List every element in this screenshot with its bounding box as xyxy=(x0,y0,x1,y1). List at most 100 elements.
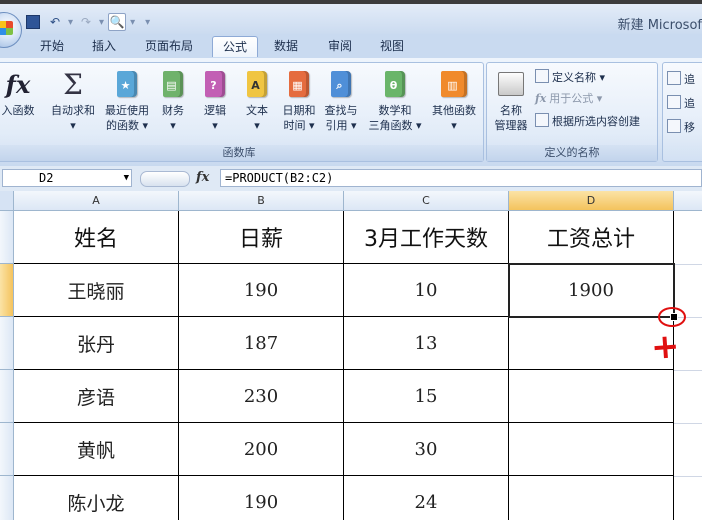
book-finance-icon: ▤ xyxy=(163,71,183,97)
recent-functions-label: 最近使用 xyxy=(105,104,149,117)
logical-dropdown-icon: ▾ xyxy=(212,119,218,132)
formula-bar-resize-handle[interactable] xyxy=(140,171,190,187)
tab-formulas[interactable]: 公式 xyxy=(212,36,258,57)
name-manager-button[interactable]: 名称 管理器 xyxy=(489,69,533,133)
book-text-icon: A xyxy=(247,71,267,97)
name-manager-label-2: 管理器 xyxy=(494,119,528,132)
table-cell[interactable]: 190 xyxy=(179,476,344,520)
lookup-reference-label-2: 引用 ▾ xyxy=(325,119,357,132)
column-header-c[interactable]: C xyxy=(344,191,509,211)
insert-function-button[interactable]: fx 入函数 xyxy=(0,69,39,118)
use-in-formula-button[interactable]: fx 用于公式 ▾ xyxy=(535,91,602,107)
trace-precedents-button[interactable]: 追 xyxy=(667,71,695,87)
table-header-daily-wage[interactable]: 日薪 xyxy=(179,211,344,264)
table-header-name[interactable]: 姓名 xyxy=(14,211,179,264)
save-icon[interactable] xyxy=(24,13,42,31)
table-cell[interactable]: 10 xyxy=(344,264,509,317)
ribbon: fx 入函数 Σ 自动求和 ▾ ★ 最近使用 的函数 ▾ ▤ 财务 ▾ ? 逻辑… xyxy=(0,58,702,167)
row-header-5[interactable] xyxy=(0,423,14,476)
insert-function-fx-icon[interactable]: fx xyxy=(196,170,209,185)
tab-view[interactable]: 视图 xyxy=(374,36,410,56)
remove-arrows-icon xyxy=(667,119,681,133)
trace-precedents-label: 追 xyxy=(684,73,695,86)
math-trig-button[interactable]: θ 数学和 三角函数 ▾ xyxy=(363,69,427,133)
table-cell[interactable]: 王晓丽 xyxy=(14,264,179,317)
book-more-icon: ▥ xyxy=(441,71,467,97)
table-cell[interactable]: 230 xyxy=(179,370,344,423)
row-header-3[interactable] xyxy=(0,317,14,370)
tab-review[interactable]: 审阅 xyxy=(322,36,358,56)
lookup-reference-button[interactable]: ⌕ 查找与 引用 ▾ xyxy=(321,69,361,133)
remove-arrows-label: 移 xyxy=(684,121,695,134)
table-cell[interactable]: 张丹 xyxy=(14,317,179,370)
select-all-corner[interactable] xyxy=(0,191,14,211)
tab-insert[interactable]: 插入 xyxy=(86,36,122,56)
table-header-work-days[interactable]: 3月工作天数 xyxy=(344,211,509,264)
print-preview-icon[interactable]: 🔍 xyxy=(108,13,127,31)
table-cell[interactable]: 190 xyxy=(179,264,344,317)
qat-dropdown-icon[interactable]: ▾ xyxy=(130,17,135,28)
column-header-d[interactable]: D xyxy=(509,191,674,211)
autosum-button[interactable]: Σ 自动求和 ▾ xyxy=(47,69,99,133)
customize-qat-icon[interactable]: ▾ xyxy=(145,17,150,28)
table-cell[interactable] xyxy=(509,370,674,423)
column-header-e[interactable] xyxy=(674,191,702,211)
table-cell[interactable]: 24 xyxy=(344,476,509,520)
ribbon-tabs: 开始 插入 页面布局 公式 数据 审阅 视图 xyxy=(0,34,702,58)
create-from-selection-label: 根据所选内容创建 xyxy=(552,115,640,128)
autosum-label: 自动求和 xyxy=(51,104,95,117)
undo-icon[interactable]: ↶ xyxy=(46,13,64,31)
tab-data[interactable]: 数据 xyxy=(268,36,304,56)
define-name-button[interactable]: 定义名称 ▾ xyxy=(535,69,605,85)
text-functions-dropdown-icon: ▾ xyxy=(254,119,260,132)
create-from-selection-button[interactable]: 根据所选内容创建 xyxy=(535,113,640,129)
table-cell[interactable] xyxy=(509,476,674,520)
text-functions-button[interactable]: A 文本 ▾ xyxy=(239,69,275,133)
table-cell[interactable]: 187 xyxy=(179,317,344,370)
tab-home[interactable]: 开始 xyxy=(34,36,70,56)
autosum-dropdown-icon: ▾ xyxy=(70,119,76,132)
book-logic-icon: ? xyxy=(205,71,225,97)
trace-dependents-label: 追 xyxy=(684,97,695,110)
table-cell[interactable]: 200 xyxy=(179,423,344,476)
recent-functions-button[interactable]: ★ 最近使用 的函数 ▾ xyxy=(101,69,153,133)
table-cell[interactable]: 陈小龙 xyxy=(14,476,179,520)
table-cell[interactable]: 1900 xyxy=(509,264,674,317)
recent-functions-label-2: 的函数 ▾ xyxy=(105,119,149,132)
trace-precedents-icon xyxy=(667,71,681,85)
table-header-total-wage[interactable]: 工资总计 xyxy=(509,211,674,264)
name-box-dropdown-icon[interactable]: ▼ xyxy=(124,170,129,186)
table-cell[interactable]: 黄帆 xyxy=(14,423,179,476)
function-library-group: fx 入函数 Σ 自动求和 ▾ ★ 最近使用 的函数 ▾ ▤ 财务 ▾ ? 逻辑… xyxy=(0,62,484,162)
book-math-icon: θ xyxy=(385,71,405,97)
name-box[interactable]: D2 ▼ xyxy=(2,169,132,187)
date-time-label-2: 时间 ▾ xyxy=(283,119,315,132)
logical-button[interactable]: ? 逻辑 ▾ xyxy=(197,69,233,133)
table-cell[interactable]: 彦语 xyxy=(14,370,179,423)
column-header-a[interactable]: A xyxy=(14,191,179,211)
financial-label: 财务 xyxy=(162,104,184,117)
table-cell[interactable] xyxy=(509,423,674,476)
row-header-4[interactable] xyxy=(0,370,14,423)
table-cell[interactable]: 15 xyxy=(344,370,509,423)
financial-button[interactable]: ▤ 财务 ▾ xyxy=(155,69,191,133)
row-header-2[interactable] xyxy=(0,264,14,317)
redo-dropdown-icon[interactable]: ▾ xyxy=(99,17,104,28)
book-star-icon: ★ xyxy=(117,71,137,97)
table-cell[interactable]: 30 xyxy=(344,423,509,476)
table-cell[interactable]: 13 xyxy=(344,317,509,370)
more-functions-button[interactable]: ▥ 其他函数 ▾ xyxy=(427,69,481,133)
lookup-reference-label: 查找与 xyxy=(324,104,358,117)
title-bar: ↶ ▾ ↷ ▾ 🔍 ▾ ▾ 新建 Microsof xyxy=(0,0,702,48)
row-header-1[interactable] xyxy=(0,211,14,264)
table-cell[interactable] xyxy=(509,317,674,370)
row-header-6[interactable] xyxy=(0,476,14,520)
redo-icon[interactable]: ↷ xyxy=(77,13,95,31)
date-time-button[interactable]: ▦ 日期和 时间 ▾ xyxy=(279,69,319,133)
trace-dependents-button[interactable]: 追 xyxy=(667,95,695,111)
undo-dropdown-icon[interactable]: ▾ xyxy=(68,17,73,28)
formula-input[interactable]: =PRODUCT(B2:C2) xyxy=(220,169,702,187)
column-header-b[interactable]: B xyxy=(179,191,344,211)
remove-arrows-button[interactable]: 移 xyxy=(667,119,695,135)
tab-page-layout[interactable]: 页面布局 xyxy=(138,36,200,56)
